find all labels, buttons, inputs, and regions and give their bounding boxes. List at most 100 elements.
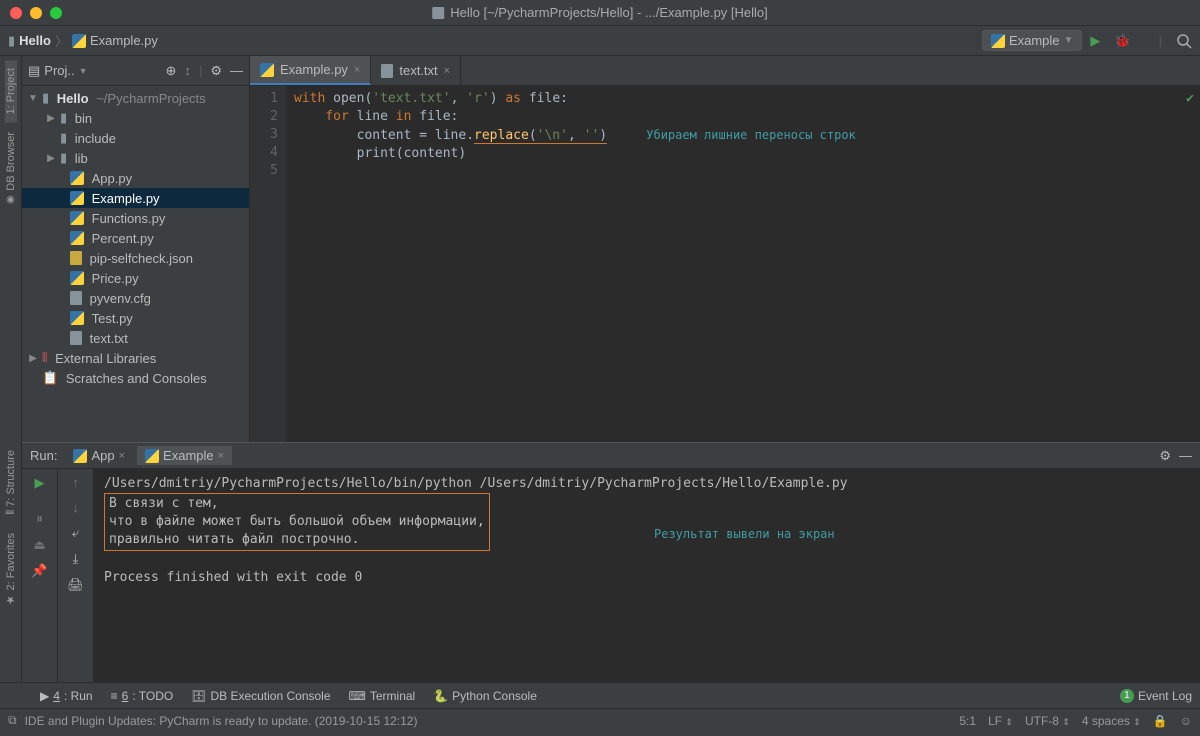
search-button[interactable] [1176, 33, 1192, 49]
python-icon [145, 449, 159, 463]
editor-tabs: Example.py× text.txt× [250, 56, 1200, 86]
tree-folder[interactable]: ▶▮ bin [22, 108, 249, 128]
gear-icon[interactable]: ⚙ [1159, 448, 1171, 464]
bottom-tool-stripe: ▶ 4: Run ≡ 6: TODO 🗄 DB Execution Consol… [0, 682, 1200, 708]
line-numbers: 12345 [250, 86, 286, 442]
command-line: /Users/dmitriy/PycharmProjects/Hello/bin… [104, 475, 1190, 493]
run-tab-app[interactable]: App × [65, 446, 133, 465]
breadcrumb: ▮ Hello 〉 Example.py [8, 31, 982, 50]
pause-icon[interactable]: ⏸ [36, 511, 43, 527]
run-toolbar-right: ↑ ↓ ⤶ ⤓ 🖨 [58, 469, 94, 682]
print-icon[interactable]: 🖨 [67, 577, 84, 593]
close-icon[interactable]: × [444, 65, 450, 77]
run-configuration-selector[interactable]: Example ▼ [982, 30, 1082, 51]
tool-terminal[interactable]: ⌨ Terminal [349, 689, 416, 703]
tool-favorites[interactable]: ★ 2: Favorites [4, 525, 17, 615]
up-icon[interactable]: ↑ [72, 475, 79, 490]
editor-body[interactable]: 12345 with open('text.txt', 'r') as file… [250, 86, 1200, 442]
run-button[interactable]: ▶ [1090, 33, 1100, 49]
tool-structure[interactable]: ⫴ 7: Structure [5, 442, 17, 523]
tree-folder[interactable]: ▮ include [22, 128, 249, 148]
close-icon[interactable]: × [218, 450, 224, 462]
output-annotation: Результат вывели на экран [654, 525, 835, 543]
rerun-button[interactable]: ▶ [35, 475, 45, 491]
tree-root[interactable]: ▼▮ Hello ~/PycharmProjects [22, 88, 249, 108]
inspector-icon[interactable]: ☺ [1180, 714, 1192, 728]
chevron-down-icon: ▼ [1064, 35, 1074, 46]
run-label: Run: [30, 448, 57, 463]
project-header: ▤ Proj..▼ ⊕ ↕ | ⚙ — [22, 56, 249, 86]
caret-position[interactable]: 5:1 [959, 714, 976, 728]
tool-project[interactable]: 1: Project [5, 60, 17, 122]
tool-todo[interactable]: ≡ 6: TODO [111, 689, 174, 703]
tree-file[interactable]: Functions.py [22, 208, 249, 228]
python-icon [72, 34, 86, 48]
hide-icon[interactable]: — [230, 63, 243, 78]
scroll-icon[interactable]: ⤓ [73, 551, 79, 567]
tool-python-console[interactable]: 🐍 Python Console [433, 689, 537, 703]
debug-button[interactable]: 🐞 [1114, 33, 1130, 49]
maximize-window[interactable] [50, 7, 62, 19]
tree-file-selected[interactable]: Example.py [22, 188, 249, 208]
close-icon[interactable]: × [354, 64, 360, 76]
locate-icon[interactable]: ⊕ [166, 63, 177, 79]
console-output[interactable]: /Users/dmitriy/PycharmProjects/Hello/bin… [94, 469, 1200, 682]
tree-folder[interactable]: ▶▮ lib [22, 148, 249, 168]
divider: | [199, 63, 202, 78]
code-content[interactable]: with open('text.txt', 'r') as file: for … [286, 86, 1200, 442]
exit-message: Process finished with exit code 0 [104, 569, 1190, 587]
toggle-panels-icon[interactable]: ⧉ [8, 713, 17, 728]
tool-run[interactable]: ▶ 4: Run [40, 689, 93, 703]
window-title: Hello [~/PycharmProjects/Hello] - .../Ex… [432, 5, 768, 20]
minimize-window[interactable] [30, 7, 42, 19]
wrap-icon[interactable]: ⤶ [72, 525, 79, 541]
expand-icon[interactable]: ↕ [184, 63, 191, 78]
close-icon[interactable]: × [119, 450, 125, 462]
down-icon[interactable]: ↓ [72, 500, 79, 515]
run-toolbar-left: ▶ ⏸ ⏏ 📌 [22, 469, 58, 682]
run-tab-example[interactable]: Example × [137, 446, 232, 465]
left-tool-stripe: 1: Project ◉ DB Browser [0, 56, 22, 442]
line-separator[interactable]: LF ⇕ [988, 714, 1013, 728]
file-encoding[interactable]: UTF-8 ⇕ [1025, 714, 1070, 728]
exit-icon[interactable]: ⏏ [33, 537, 45, 553]
python-icon [260, 63, 274, 77]
tree-scratches[interactable]: 📋 Scratches and Consoles [22, 368, 249, 388]
indent-settings[interactable]: 4 spaces ⇕ [1082, 714, 1141, 728]
breadcrumb-separator: 〉 [55, 31, 68, 50]
lock-icon[interactable]: 🔒 [1153, 714, 1168, 728]
status-message[interactable]: IDE and Plugin Updates: PyCharm is ready… [25, 714, 418, 728]
hide-icon[interactable]: — [1179, 448, 1192, 463]
tree-file[interactable]: text.txt [22, 328, 249, 348]
divider: | [1159, 33, 1162, 48]
gear-icon[interactable]: ⚙ [210, 63, 222, 79]
tab-example-py[interactable]: Example.py× [250, 56, 371, 85]
tree-file[interactable]: Percent.py [22, 228, 249, 248]
python-icon [991, 34, 1005, 48]
tool-db-browser[interactable]: ◉ DB Browser [5, 124, 17, 213]
inspection-ok-icon[interactable]: ✔ [1186, 90, 1194, 108]
event-log[interactable]: 1 Event Log [1120, 689, 1192, 703]
titlebar: Hello [~/PycharmProjects/Hello] - .../Ex… [0, 0, 1200, 26]
tool-db-console[interactable]: 🗄 DB Execution Console [191, 689, 330, 703]
tree-file[interactable]: Price.py [22, 268, 249, 288]
navigation-bar: ▮ Hello 〉 Example.py Example ▼ ▶ 🐞 | [0, 26, 1200, 56]
project-tool-window: ▤ Proj..▼ ⊕ ↕ | ⚙ — ▼▮ Hello ~/PycharmPr… [22, 56, 250, 442]
tree-external-libs[interactable]: ▶⫴ External Libraries [22, 348, 249, 368]
tab-text-txt[interactable]: text.txt× [371, 56, 461, 85]
tree-file[interactable]: pyvenv.cfg [22, 288, 249, 308]
editor: Example.py× text.txt× 12345 with open('t… [250, 56, 1200, 442]
output-highlight: В связи с тем, что в файле может быть бо… [104, 493, 490, 551]
project-tree[interactable]: ▼▮ Hello ~/PycharmProjects ▶▮ bin ▮ incl… [22, 86, 249, 442]
tree-file[interactable]: App.py [22, 168, 249, 188]
tree-file[interactable]: Test.py [22, 308, 249, 328]
window-controls [0, 7, 62, 19]
tree-file[interactable]: pip-selfcheck.json [22, 248, 249, 268]
folder-icon: ▮ [8, 33, 15, 49]
project-view-selector[interactable]: ▤ Proj..▼ [28, 63, 158, 79]
close-window[interactable] [10, 7, 22, 19]
breadcrumb-file[interactable]: Example.py [72, 33, 158, 48]
breadcrumb-project[interactable]: ▮ Hello [8, 33, 51, 49]
pin-icon[interactable]: 📌 [31, 563, 47, 579]
status-bar: ⧉ IDE and Plugin Updates: PyCharm is rea… [0, 708, 1200, 732]
